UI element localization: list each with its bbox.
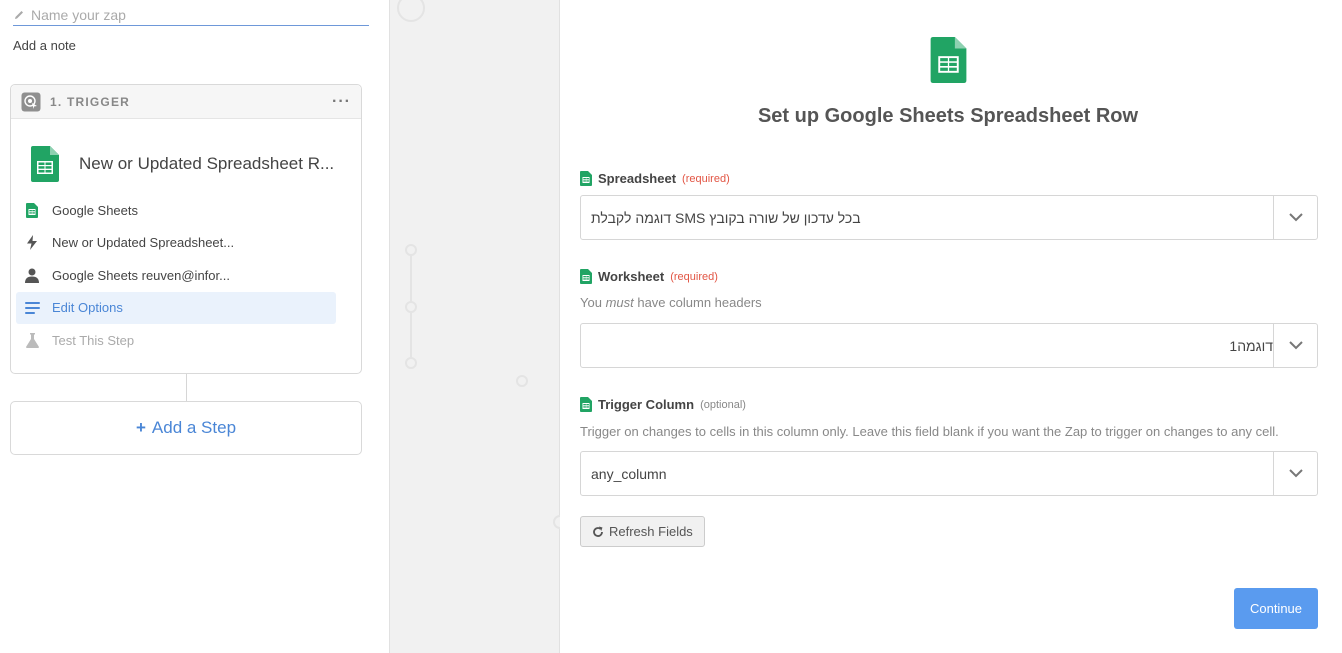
add-step-button[interactable]: + Add a Step xyxy=(10,401,362,455)
trigger-header: 1. TRIGGER ··· xyxy=(11,85,361,119)
setup-panel: Set up Google Sheets Spreadsheet Row Spr… xyxy=(560,0,1342,653)
worksheet-label: Worksheet (required) xyxy=(580,269,718,284)
google-sheets-icon xyxy=(930,37,967,83)
worksheet-help: You must have column headers xyxy=(580,295,762,310)
sheets-icon xyxy=(580,171,592,186)
trigger-step-label: 1. TRIGGER xyxy=(50,94,131,109)
trigger-column-value: any_column xyxy=(591,465,667,482)
flask-icon xyxy=(24,332,40,348)
sheets-icon xyxy=(580,397,592,412)
list-icon xyxy=(24,300,40,316)
canvas-decoration xyxy=(397,0,567,529)
field-label-text: Spreadsheet xyxy=(598,171,677,186)
menu-item-app[interactable]: Google Sheets xyxy=(16,194,336,226)
google-sheets-icon xyxy=(31,146,59,182)
zap-name-field[interactable] xyxy=(13,4,369,26)
trigger-menu: Google Sheets New or Updated Spreadsheet… xyxy=(16,194,336,357)
chevron-down-icon[interactable] xyxy=(1273,196,1317,239)
help-emphasis: must xyxy=(605,295,634,310)
add-note-link[interactable]: Add a note xyxy=(13,38,76,53)
required-tag: (required) xyxy=(682,172,730,185)
trigger-column-select[interactable]: any_column xyxy=(580,451,1318,496)
menu-item-label: Google Sheets reuven@infor... xyxy=(52,267,230,283)
help-text: have column headers xyxy=(633,295,762,310)
spreadsheet-select[interactable]: בכל עדכון של שורה בקובץ SMS דוגמה לקבלת xyxy=(580,195,1318,240)
menu-item-label: Test This Step xyxy=(52,332,135,348)
zap-name-input[interactable] xyxy=(31,6,351,23)
left-panel: Add a note 1. TRIGGER ··· New or Updated… xyxy=(0,0,390,653)
trigger-title-row[interactable]: New or Updated Spreadsheet R... xyxy=(11,119,361,191)
field-label-text: Worksheet xyxy=(598,269,665,284)
chevron-down-icon[interactable] xyxy=(1273,452,1317,495)
worksheet-value: דוגמה1 xyxy=(1229,337,1273,354)
trigger-column-label: Trigger Column (optional) xyxy=(580,397,746,412)
menu-item-account[interactable]: Google Sheets reuven@infor... xyxy=(16,259,336,291)
step-connector xyxy=(186,374,187,401)
continue-button[interactable]: Continue xyxy=(1234,588,1318,629)
editor-canvas xyxy=(390,0,567,653)
trigger-title: New or Updated Spreadsheet R... xyxy=(79,154,335,173)
refresh-fields-label: Refresh Fields xyxy=(609,524,693,539)
spreadsheet-value: בכל עדכון של שורה בקובץ SMS דוגמה לקבלת xyxy=(591,209,861,226)
spreadsheet-label: Spreadsheet (required) xyxy=(580,171,730,186)
worksheet-select[interactable]: דוגמה1 xyxy=(580,323,1318,368)
menu-item-edit-options[interactable]: Edit Options xyxy=(16,291,336,324)
bolt-icon xyxy=(24,235,40,251)
optional-tag: (optional) xyxy=(700,398,746,411)
menu-item-label: New or Updated Spreadsheet... xyxy=(52,235,235,250)
trigger-app-icon xyxy=(21,92,41,111)
user-icon xyxy=(24,267,40,283)
field-label-text: Trigger Column xyxy=(598,397,695,412)
menu-item-label: Google Sheets xyxy=(52,202,139,218)
help-text: You xyxy=(580,295,606,310)
more-options-button[interactable]: ··· xyxy=(332,93,351,111)
menu-item-event[interactable]: New or Updated Spreadsheet... xyxy=(16,227,336,259)
pencil-icon xyxy=(15,10,23,19)
setup-title: Set up Google Sheets Spreadsheet Row xyxy=(757,105,1139,127)
sheets-icon xyxy=(24,202,40,218)
plus-icon: + xyxy=(135,418,146,437)
menu-item-label: Edit Options xyxy=(52,300,123,315)
required-tag: (required) xyxy=(670,270,718,283)
refresh-fields-button[interactable]: Refresh Fields xyxy=(580,516,705,547)
google-sheets-logo xyxy=(930,37,967,88)
sheets-icon xyxy=(580,269,592,284)
menu-item-test-step[interactable]: Test This Step xyxy=(16,324,336,356)
chevron-down-icon[interactable] xyxy=(1273,324,1317,367)
add-step-label: Add a Step xyxy=(151,418,237,437)
trigger-column-help: Trigger on changes to cells in this colu… xyxy=(580,424,1279,439)
refresh-icon xyxy=(593,526,603,537)
